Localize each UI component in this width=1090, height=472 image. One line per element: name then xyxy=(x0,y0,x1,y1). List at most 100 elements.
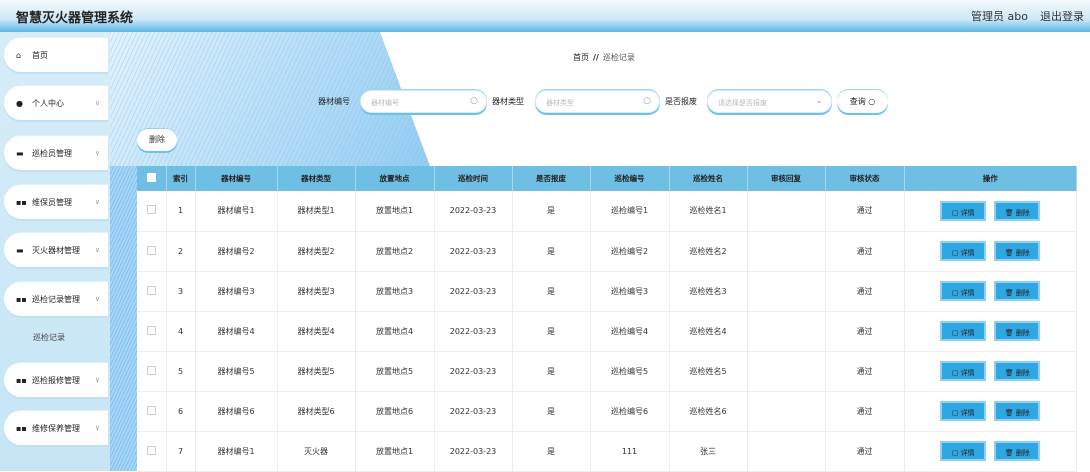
sidebar-subitem-inspection-records[interactable]: 巡检记录 xyxy=(33,332,65,343)
chevron-down-icon: ∨ xyxy=(94,246,100,254)
scrapped-select[interactable]: 请选择是否报废 ⌄ xyxy=(707,90,832,113)
table-cell: 2022-03-23 xyxy=(434,391,513,432)
chevron-down-icon: ∨ xyxy=(94,295,100,303)
delete-button[interactable]: 🗑 删除 xyxy=(994,441,1041,461)
table-cell: 是 xyxy=(512,431,591,472)
table-row: 6 器材编号6 器材类型6 放置地点6 2022-03-23 是巡检编号6 巡检姓名6 通过 ▢… xyxy=(137,391,1077,432)
delete-label: 删除 xyxy=(1015,329,1030,337)
row-checkbox[interactable] xyxy=(137,311,167,352)
table-row: 2 器材编号2 器材类型2 放置地点2 2022-03-23 是巡检编号2 巡检姓名2 通过 ▢… xyxy=(137,231,1077,272)
table-cell: 巡检姓名4 xyxy=(669,311,748,352)
sidebar-item-2[interactable]: ▬ 巡检员管理 ∨ xyxy=(4,136,108,170)
detail-button[interactable]: ▢ 详情 xyxy=(940,281,987,301)
query-button[interactable]: 查询 ○ xyxy=(837,90,888,113)
table-cell: 巡检编号2 xyxy=(590,231,670,272)
detail-button[interactable]: ▢ 详情 xyxy=(940,321,987,341)
table-cell: 器材类型1 xyxy=(277,191,356,232)
sidebar-item-6[interactable]: ▪▪ 巡检报修管理 ∨ xyxy=(4,363,108,397)
table-cell: 器材类型3 xyxy=(277,271,356,312)
table-cell: 3 xyxy=(166,271,196,312)
actions-cell: ▢ 详情 🗑 删除 xyxy=(904,271,1077,312)
delete-button[interactable]: 🗑 删除 xyxy=(994,200,1041,221)
delete-button[interactable]: 🗑 删除 xyxy=(994,361,1041,381)
select-all-checkbox[interactable] xyxy=(137,166,167,191)
chevron-down-icon: ∨ xyxy=(94,99,100,107)
table-cell: 器材编号6 xyxy=(195,391,278,432)
detail-button[interactable]: ▢ 详情 xyxy=(940,241,987,261)
column-header: 巡检姓名 xyxy=(669,166,748,191)
chevron-down-icon: ∨ xyxy=(94,376,100,384)
table-cell: 2022-03-23 xyxy=(434,231,513,272)
equipment-no-input[interactable]: 器材编号 ○ xyxy=(360,90,487,113)
sidebar-item-label: 灭火器材管理 xyxy=(32,245,80,255)
table-cell: 放置地点3 xyxy=(355,271,435,312)
detail-button[interactable]: ▢ 详情 xyxy=(940,401,987,421)
sidebar: 巡检记录 ⌂ 首页 ● 个人中心 ∨ ▬ 巡检员管理 ∨ ▪▪ 维保员管理 ∨ ▬ 灭火器材管理 ∨ ▪▪ 巡… xyxy=(0,32,110,471)
actions-cell: ▢ 详情 🗑 删除 xyxy=(904,311,1077,352)
column-header: 器材类型 xyxy=(277,166,356,191)
batch-delete-button[interactable]: 删除 xyxy=(137,129,177,151)
column-header: 审核回复 xyxy=(747,166,826,191)
sidebar-item-label: 个人中心 xyxy=(32,98,64,108)
detail-button[interactable]: ▢ 详情 xyxy=(940,361,987,381)
placeholder: 请选择是否报废 xyxy=(718,99,767,107)
detail-button[interactable]: ▢ 详情 xyxy=(940,200,987,221)
detail-button[interactable]: ▢ 详情 xyxy=(940,441,987,461)
equipment-type-input[interactable]: 器材类型 ○ xyxy=(535,90,660,113)
row-checkbox[interactable] xyxy=(137,351,167,392)
sidebar-item-0[interactable]: ⌂ 首页 xyxy=(4,38,108,72)
detail-label: 详情 xyxy=(960,289,975,297)
table-cell: 器材类型6 xyxy=(277,391,356,432)
actions-cell: ▢ 详情 🗑 删除 xyxy=(904,391,1077,432)
actions-cell: ▢ 详情 🗑 删除 xyxy=(904,231,1077,272)
table-cell: 放置地点2 xyxy=(355,231,435,272)
logout-link[interactable]: 退出登录 xyxy=(1040,8,1084,24)
delete-button[interactable]: 🗑 删除 xyxy=(994,321,1041,341)
top-header: 智慧灭火器管理系统 管理员 abo 退出登录 xyxy=(0,0,1090,32)
app-title: 智慧灭火器管理系统 xyxy=(16,11,134,26)
sidebar-item-4[interactable]: ▬ 灭火器材管理 ∨ xyxy=(4,233,108,267)
table-cell: 放置地点1 xyxy=(355,191,435,232)
sidebar-item-7[interactable]: ▪▪ 维修保养管理 ∨ xyxy=(4,411,108,445)
row-checkbox[interactable] xyxy=(137,431,167,472)
monitor-icon: ▬ xyxy=(16,245,24,255)
sidebar-item-label: 巡检员管理 xyxy=(32,148,72,158)
chevron-down-icon: ∨ xyxy=(94,149,100,157)
table-cell: 通过 xyxy=(825,311,905,352)
table-cell: 器材编号3 xyxy=(195,271,278,312)
table-cell: 巡检姓名6 xyxy=(669,391,748,432)
table-row: 1 器材编号1 器材类型1 放置地点1 2022-03-23 是巡检编号1 巡检姓名1 通过 ▢… xyxy=(137,191,1077,232)
table-cell: 2022-03-23 xyxy=(434,431,513,472)
table-cell: 张三 xyxy=(669,431,748,472)
table-cell: 2022-03-23 xyxy=(434,351,513,392)
table-cell: 巡检姓名5 xyxy=(669,351,748,392)
sidebar-item-label: 巡检报修管理 xyxy=(32,375,80,385)
briefcase-icon: ▬ xyxy=(16,148,24,158)
delete-button[interactable]: 🗑 删除 xyxy=(994,241,1041,261)
grid-icon: ▪▪ xyxy=(16,375,27,385)
row-checkbox[interactable] xyxy=(137,271,167,312)
grid-icon: ▪▪ xyxy=(16,294,27,304)
column-header: 巡检编号 xyxy=(590,166,670,191)
table-cell: 通过 xyxy=(825,431,905,472)
table-cell: 放置地点6 xyxy=(355,391,435,432)
placeholder: 器材编号 xyxy=(371,99,399,107)
delete-button[interactable]: 🗑 删除 xyxy=(994,401,1041,421)
table-cell: 器材编号5 xyxy=(195,351,278,392)
sidebar-item-5[interactable]: ▪▪ 巡检记录管理 ∨ xyxy=(4,282,108,316)
delete-button[interactable]: 🗑 删除 xyxy=(994,281,1041,301)
table-cell: 是 xyxy=(512,311,591,352)
equipment-no-label: 器材编号 xyxy=(318,97,350,106)
table-cell: 是 xyxy=(512,231,591,272)
table-cell xyxy=(747,231,826,272)
sidebar-item-1[interactable]: ● 个人中心 ∨ xyxy=(4,86,108,120)
row-checkbox[interactable] xyxy=(137,391,167,432)
table-cell: 111 xyxy=(590,431,670,472)
sidebar-item-3[interactable]: ▪▪ 维保员管理 ∨ xyxy=(4,185,108,219)
row-checkbox[interactable] xyxy=(137,191,167,232)
breadcrumb-home[interactable]: 首页 xyxy=(573,53,589,62)
row-checkbox[interactable] xyxy=(137,231,167,272)
table-cell xyxy=(747,191,826,232)
detail-label: 详情 xyxy=(960,329,975,337)
table-cell: 5 xyxy=(166,351,196,392)
